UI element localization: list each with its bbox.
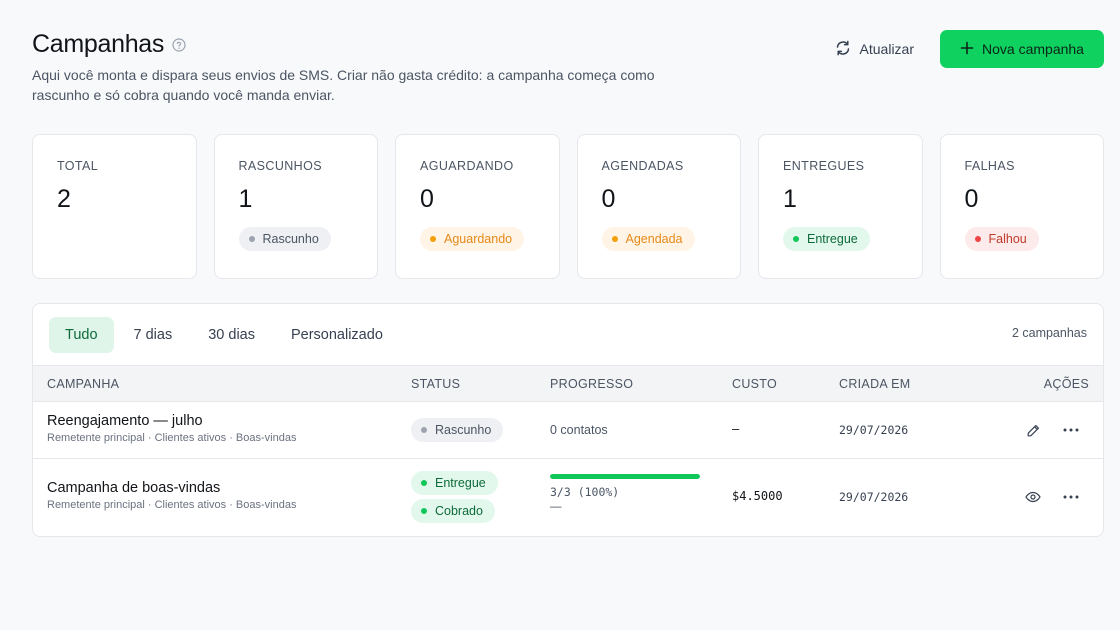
created-date: 29/07/2026 (839, 423, 909, 437)
date-filter-tabs: Tudo 7 dias 30 dias Personalizado 2 camp… (33, 304, 1103, 365)
campaign-count: 2 campanhas (1011, 326, 1087, 340)
progress-subtext: — (550, 501, 562, 513)
campaigns-panel: Tudo 7 dias 30 dias Personalizado 2 camp… (32, 303, 1104, 537)
tab-custom[interactable]: Personalizado (275, 317, 399, 353)
stat-card-failed: FALHAS 0 Falhou (939, 134, 1104, 279)
table-row[interactable]: Reengajamento — julho Remetente principa… (33, 402, 1103, 459)
progress-bar (550, 474, 700, 479)
campaign-name[interactable]: Reengajamento — julho (47, 413, 296, 429)
stat-value: 1 (783, 185, 797, 213)
stat-card-waiting: AGUARDANDO 0 Aguardando (395, 134, 560, 279)
tab-7-days[interactable]: 7 dias (118, 317, 189, 353)
plus-icon (960, 41, 974, 58)
refresh-icon (834, 39, 852, 60)
stat-card-delivered: ENTREGUES 1 Entregue (758, 134, 923, 279)
campaign-meta: Remetente principal · Clientes ativos · … (47, 432, 297, 444)
created-date: 29/07/2026 (839, 490, 909, 504)
refresh-label: Atualizar (859, 41, 914, 57)
column-header[interactable]: STATUS (411, 377, 460, 391)
stat-value: 0 (420, 185, 434, 213)
status-badge: Agendada (601, 227, 695, 251)
stat-value: 2 (57, 185, 71, 213)
stat-label: TOTAL (57, 159, 99, 173)
table-row[interactable]: Campanha de boas-vindas Remetente princi… (33, 459, 1103, 536)
page-subtitle: Aqui você monta e dispara seus envios de… (32, 67, 655, 103)
column-header[interactable]: CAMPANHA (47, 377, 119, 391)
more-horizontal-icon[interactable] (1060, 419, 1082, 441)
stat-card-scheduled: AGENDADAS 0 Agendada (576, 134, 741, 279)
campaign-meta: Remetente principal · Clientes ativos · … (47, 499, 297, 511)
billed-badge: Cobrado (411, 499, 495, 523)
status-badge: Rascunho (238, 227, 331, 251)
column-header: AÇÕES (1043, 377, 1089, 391)
stat-label: AGUARDANDO (420, 159, 514, 173)
stat-card-drafts: RASCUNHOS 1 Rascunho (213, 134, 378, 279)
help-circle-icon[interactable] (172, 37, 186, 52)
stat-value: 0 (601, 185, 616, 213)
status-badge: Entregue (411, 471, 498, 495)
column-header[interactable]: PROGRESSO (550, 377, 633, 391)
page-header: Campanhas Aqui você monta e dispara seus… (32, 30, 1104, 110)
new-campaign-button[interactable]: Nova campanha (940, 30, 1104, 68)
status-badge: Aguardando (420, 227, 525, 251)
more-horizontal-icon[interactable] (1060, 486, 1082, 508)
column-header[interactable]: CUSTO (732, 377, 777, 391)
pencil-icon[interactable] (1022, 419, 1044, 441)
new-campaign-label: Nova campanha (982, 41, 1084, 57)
progress-text: 0 contatos (550, 423, 608, 437)
stat-card-total: TOTAL 2 (32, 134, 197, 279)
stat-label: AGENDADAS (601, 159, 684, 173)
eye-icon[interactable] (1022, 486, 1044, 508)
stat-value: 1 (238, 185, 253, 213)
stat-value: 0 (964, 185, 979, 213)
cost-value: $4.5000 (732, 489, 783, 503)
tab-all[interactable]: Tudo (49, 316, 114, 353)
page-title: Campanhas (32, 30, 165, 58)
cost-value: — (732, 422, 740, 436)
stat-label: FALHAS (964, 159, 1015, 173)
progress-bar-fill (550, 474, 700, 479)
column-header[interactable]: CRIADA EM (839, 377, 910, 391)
status-badge: Entregue (783, 227, 870, 251)
refresh-button[interactable]: Atualizar (822, 30, 926, 68)
tab-30-days[interactable]: 30 dias (192, 317, 271, 353)
status-badge: Falhou (964, 227, 1039, 251)
status-badge: Rascunho (411, 418, 504, 442)
table-header: CAMPANHA STATUS PROGRESSO CUSTO CRIADA E… (33, 365, 1103, 402)
stats-row: TOTAL 2 RASCUNHOS 1 Rascunho AGUARDANDO … (32, 134, 1104, 279)
progress-text: 3/3 (100%) (550, 485, 620, 499)
stat-label: ENTREGUES (783, 159, 865, 173)
stat-label: RASCUNHOS (238, 159, 322, 173)
campaign-name[interactable]: Campanha de boas-vindas (47, 480, 296, 496)
